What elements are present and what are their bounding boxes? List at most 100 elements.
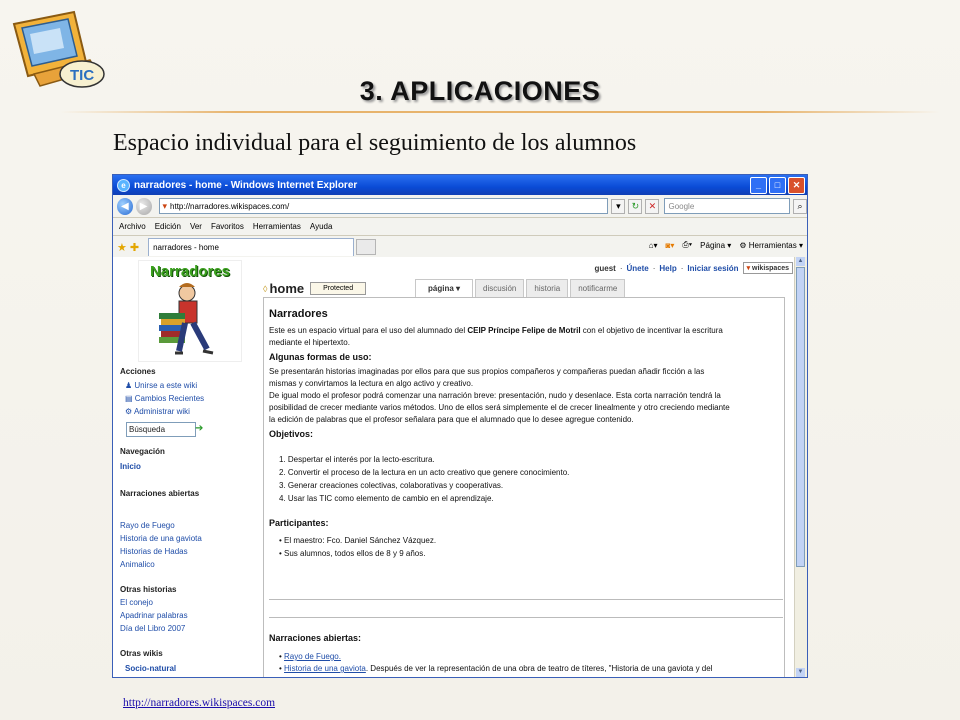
sidebar-item-rayo[interactable]: Rayo de Fuego <box>120 521 175 530</box>
stop-icon[interactable]: ✕ <box>645 198 660 214</box>
sidebar-item-gaviota[interactable]: Historia de una gaviota <box>120 534 202 543</box>
forward-arrow-icon[interactable]: ▶ <box>135 197 152 215</box>
separator: · <box>680 263 684 273</box>
page-lock-icon: ◊ <box>263 283 268 294</box>
menu-edicion[interactable]: Edición <box>155 222 181 231</box>
narraciones-heading: Narraciones abiertas: <box>269 633 362 643</box>
menu-herramientas[interactable]: Herramientas <box>253 222 301 231</box>
scroll-up-arrow-icon[interactable]: ▲ <box>796 257 805 266</box>
guest-label: guest <box>594 263 616 273</box>
menu-favoritos[interactable]: Favoritos <box>211 222 244 231</box>
objetivo-item: 3. Generar creaciones colectivas, colabo… <box>279 481 504 490</box>
page-header: ◊ home Protected <box>263 281 367 296</box>
add-favorite-icon[interactable]: ✚ <box>130 241 139 254</box>
sidebar-item-animalico[interactable]: Animalico <box>120 560 155 569</box>
scroll-thumb[interactable] <box>796 267 805 567</box>
menu-ayuda[interactable]: Ayuda <box>310 222 333 231</box>
join-link[interactable]: Únete <box>627 264 649 273</box>
objetivos-heading: Objetivos: <box>269 429 314 439</box>
sidebar-item-dia-libro[interactable]: Día del Libro 2007 <box>120 624 185 633</box>
intro-line-2: mediante el hipertexto. <box>269 338 350 347</box>
tab-pagina[interactable]: página ▾ <box>415 279 474 298</box>
formas-line: posibilidad de crecer mediante varios mé… <box>269 403 730 412</box>
new-tab-button[interactable] <box>356 239 377 255</box>
back-arrow-icon[interactable]: ◀ <box>117 197 133 215</box>
print-icon[interactable]: ⎙▾ <box>682 240 692 250</box>
feeds-icon[interactable]: ◙▾ <box>666 241 675 250</box>
menu-archivo[interactable]: Archivo <box>119 222 146 231</box>
objetivo-item: 4. Usar las TIC como elemento de cambio … <box>279 494 494 503</box>
sidebar-narraciones-heading: Narraciones abiertas <box>120 489 200 498</box>
menu-bar: Archivo Edición Ver Favoritos Herramient… <box>113 218 807 236</box>
address-text: http://narradores.wikispaces.com/ <box>170 201 290 211</box>
help-link[interactable]: Help <box>659 264 676 273</box>
formas-line: Se presentarán historias imaginadas por … <box>269 367 705 376</box>
search-go-arrow-icon[interactable]: ➔ <box>195 423 203 434</box>
objetivo-item: 1. Despertar el interés por la lecto-esc… <box>279 455 435 464</box>
objetivo-item: 2. Convertir el proceso de la lectura en… <box>279 468 570 477</box>
sidebar-item-cambios[interactable]: ▤ Cambios Recientes <box>125 394 204 403</box>
wikispaces-badge[interactable]: ▾ wikispaces <box>742 262 793 274</box>
window-title: narradores - home - Windows Internet Exp… <box>134 179 358 191</box>
search-input[interactable]: Google <box>664 198 790 214</box>
slide-subtitle: Espacio individual para el seguimiento d… <box>113 130 637 156</box>
wiki-search-input[interactable]: Búsqueda <box>126 422 196 437</box>
sidebar-navegacion-heading: Navegación <box>120 447 165 456</box>
narracion-item: • Historia de una gaviota. Después de ve… <box>279 664 713 673</box>
menu-ver[interactable]: Ver <box>190 222 202 231</box>
tab-bar: ★ ✚ narradores - home ⌂▾ ◙▾ ⎙▾ Página ▾ … <box>113 236 807 259</box>
sidebar-item-administrar[interactable]: ⚙ Administrar wiki <box>125 407 190 416</box>
window-titlebar: e narradores - home - Windows Internet E… <box>113 175 807 195</box>
formas-line: De igual modo el profesor podrá comenzar… <box>269 391 721 400</box>
reader-character-icon <box>159 283 214 355</box>
internet-explorer-icon: e <box>117 178 130 192</box>
browser-window: e narradores - home - Windows Internet E… <box>112 174 808 678</box>
sidebar-acciones-heading: Acciones <box>120 367 156 376</box>
tools-menu[interactable]: ⚙ Herramientas ▾ <box>739 241 803 250</box>
scroll-down-arrow-icon[interactable]: ▼ <box>796 668 805 677</box>
sidebar-item-inicio[interactable]: Inicio <box>120 462 141 471</box>
tab-discusion[interactable]: discusión <box>475 279 525 298</box>
maximize-button[interactable]: □ <box>769 177 786 194</box>
sidebar-item-hadas[interactable]: Historias de Hadas <box>120 547 188 556</box>
narracion-link-rayo[interactable]: Rayo de Fuego. <box>284 652 341 661</box>
search-icon[interactable]: ⌕ <box>792 198 807 214</box>
page-menu[interactable]: Página ▾ <box>700 241 731 250</box>
address-dropdown-icon[interactable]: ▾ <box>611 198 626 214</box>
participante-item: • El maestro: Fco. Daniel Sánchez Vázque… <box>279 536 437 545</box>
participante-item: • Sus alumnos, todos ellos de 8 y 9 años… <box>279 549 426 558</box>
wikispaces-logo-icon: ▾ <box>746 265 751 272</box>
refresh-icon[interactable]: ↻ <box>628 198 643 214</box>
address-toolbar: ◀ ▶ ▾ http://narradores.wikispaces.com/ … <box>113 195 807 218</box>
participantes-heading: Participantes: <box>269 518 329 528</box>
sidebar-item-conejo[interactable]: El conejo <box>120 598 153 607</box>
wikispaces-favicon-icon: ▾ <box>162 200 168 211</box>
sidebar-item-apadrinar[interactable]: Apadrinar palabras <box>120 611 188 620</box>
sidebar-item-socio-natural[interactable]: Socio-natural <box>125 664 176 673</box>
separator: · <box>619 263 623 273</box>
sidebar-item-unirse[interactable]: ♟ Unirse a este wiki <box>125 381 197 390</box>
tab-narradores-home[interactable]: narradores - home <box>148 238 355 256</box>
divider <box>269 599 783 600</box>
tab-historia[interactable]: historia <box>526 279 569 298</box>
favorites-star-icon[interactable]: ★ <box>117 241 127 254</box>
footer-url-link[interactable]: http://narradores.wikispaces.com <box>123 697 275 709</box>
formas-heading: Algunas formas de uso: <box>269 352 372 362</box>
minimize-button[interactable]: _ <box>750 177 767 194</box>
close-button[interactable]: ✕ <box>788 177 805 194</box>
divider <box>269 617 783 618</box>
login-link[interactable]: Iniciar sesión <box>687 264 738 273</box>
sidebar-otras-historias-heading: Otras historias <box>120 585 177 594</box>
vertical-scrollbar[interactable]: ▲ ▼ <box>794 257 807 677</box>
narracion-link-gaviota[interactable]: Historia de una gaviota <box>284 664 366 673</box>
page-tabs: página ▾ discusión historia notificarme <box>415 279 626 298</box>
slide-title: 3. APLICACIONES <box>359 76 601 106</box>
wiki-sidebar: Narradores Acciones ♟ Unirse a este wiki… <box>113 257 253 677</box>
page-title: home <box>269 281 305 296</box>
sidebar-otras-wikis-heading: Otras wikis <box>120 649 163 658</box>
wiki-content-area: guest · Únete · Help · Iniciar sesión ▾ … <box>253 257 797 677</box>
address-bar[interactable]: ▾ http://narradores.wikispaces.com/ <box>158 198 609 214</box>
home-icon[interactable]: ⌂▾ <box>649 241 658 250</box>
content-heading: Narradores <box>269 308 328 320</box>
tab-notificarme[interactable]: notificarme <box>570 279 626 298</box>
